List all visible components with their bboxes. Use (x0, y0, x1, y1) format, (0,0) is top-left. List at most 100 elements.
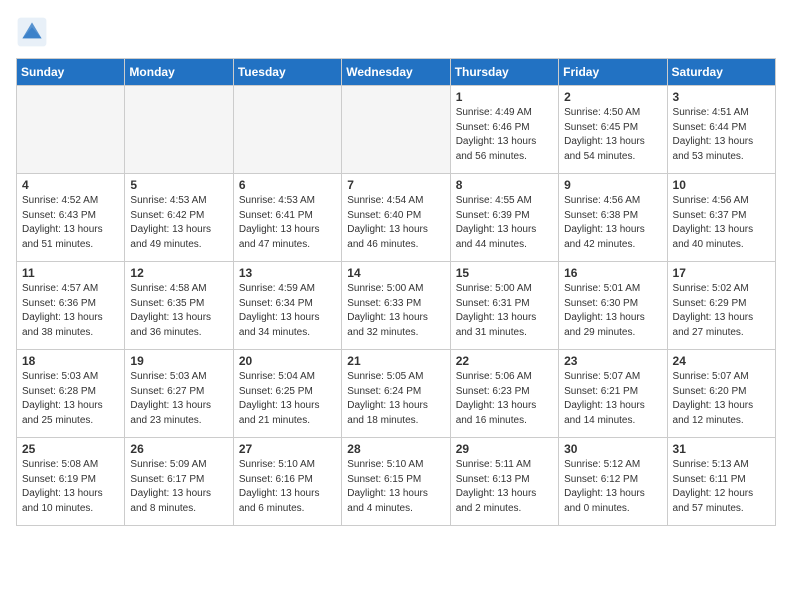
calendar-cell: 27 Sunrise: 5:10 AMSunset: 6:16 PMDayligh… (233, 438, 341, 526)
day-number: 16 (564, 266, 661, 280)
day-number: 15 (456, 266, 553, 280)
day-info: Sunrise: 4:50 AMSunset: 6:45 PMDaylight:… (564, 106, 661, 164)
weekday-header: Thursday (450, 59, 558, 86)
day-info: Sunrise: 5:05 AMSunset: 6:24 PMDaylight:… (347, 370, 444, 428)
calendar-cell: 8 Sunrise: 4:55 AMSunset: 6:39 PMDaylight… (450, 174, 558, 262)
day-number: 28 (347, 442, 444, 456)
calendar-cell: 24Sunrise: 5:07 AMSunset: 6:20 PMDayligh… (667, 350, 775, 438)
day-number: 26 (130, 442, 227, 456)
day-info: Sunrise: 5:07 AMSunset: 6:21 PMDaylight:… (564, 370, 661, 428)
day-number: 20 (239, 354, 336, 368)
day-info: Sunrise: 5:00 AMSunset: 6:31 PMDaylight:… (456, 282, 553, 340)
calendar-cell: 30 Sunrise: 5:12 AMSunset: 6:12 PMDayligh… (559, 438, 667, 526)
day-number: 11 (22, 266, 119, 280)
day-number: 13 (239, 266, 336, 280)
day-number: 1 (456, 90, 553, 104)
weekday-header: Friday (559, 59, 667, 86)
weekday-header-row: SundayMondayTuesdayWednesdayThursdayFrid… (17, 59, 776, 86)
calendar-cell: 16 Sunrise: 5:01 AMSunset: 6:30 PMDayligh… (559, 262, 667, 350)
day-number: 19 (130, 354, 227, 368)
calendar-cell: 22 Sunrise: 5:06 AMSunset: 6:23 PMDayligh… (450, 350, 558, 438)
day-number: 10 (673, 178, 770, 192)
calendar-cell: 7Sunrise: 4:54 AMSunset: 6:40 PMDaylight… (342, 174, 450, 262)
calendar-cell: 11 Sunrise: 4:57 AMSunset: 6:36 PMDayligh… (17, 262, 125, 350)
day-info: Sunrise: 5:03 AMSunset: 6:27 PMDaylight:… (130, 370, 227, 428)
day-info: Sunrise: 4:55 AMSunset: 6:39 PMDaylight:… (456, 194, 553, 252)
day-info: Sunrise: 4:53 AMSunset: 6:42 PMDaylight:… (130, 194, 227, 252)
day-number: 2 (564, 90, 661, 104)
day-number: 5 (130, 178, 227, 192)
calendar-cell: 28 Sunrise: 5:10 AMSunset: 6:15 PMDayligh… (342, 438, 450, 526)
day-info: Sunrise: 4:56 AMSunset: 6:37 PMDaylight:… (673, 194, 770, 252)
day-number: 4 (22, 178, 119, 192)
day-info: Sunrise: 4:57 AMSunset: 6:36 PMDaylight:… (22, 282, 119, 340)
calendar-cell: 17 Sunrise: 5:02 AMSunset: 6:29 PMDayligh… (667, 262, 775, 350)
calendar-cell: 20 Sunrise: 5:04 AMSunset: 6:25 PMDayligh… (233, 350, 341, 438)
calendar-cell: 25Sunrise: 5:08 AMSunset: 6:19 PMDayligh… (17, 438, 125, 526)
calendar-cell (233, 86, 341, 174)
day-number: 8 (456, 178, 553, 192)
day-info: Sunrise: 5:10 AMSunset: 6:16 PMDaylight:… (239, 458, 336, 516)
day-number: 27 (239, 442, 336, 456)
day-info: Sunrise: 5:13 AMSunset: 6:11 PMDaylight:… (673, 458, 770, 516)
day-info: Sunrise: 5:06 AMSunset: 6:23 PMDaylight:… (456, 370, 553, 428)
calendar-week-row: 25Sunrise: 5:08 AMSunset: 6:19 PMDayligh… (17, 438, 776, 526)
weekday-header: Wednesday (342, 59, 450, 86)
day-info: Sunrise: 5:12 AMSunset: 6:12 PMDaylight:… (564, 458, 661, 516)
day-info: Sunrise: 4:59 AMSunset: 6:34 PMDaylight:… (239, 282, 336, 340)
day-info: Sunrise: 5:01 AMSunset: 6:30 PMDaylight:… (564, 282, 661, 340)
day-number: 22 (456, 354, 553, 368)
day-number: 14 (347, 266, 444, 280)
weekday-header: Saturday (667, 59, 775, 86)
calendar-cell: 19 Sunrise: 5:03 AMSunset: 6:27 PMDayligh… (125, 350, 233, 438)
logo-icon (16, 16, 48, 48)
calendar-cell: 1 Sunrise: 4:49 AMSunset: 6:46 PMDaylight… (450, 86, 558, 174)
day-info: Sunrise: 4:56 AMSunset: 6:38 PMDaylight:… (564, 194, 661, 252)
calendar-cell: 6 Sunrise: 4:53 AMSunset: 6:41 PMDaylight… (233, 174, 341, 262)
calendar-cell (125, 86, 233, 174)
day-number: 3 (673, 90, 770, 104)
day-number: 12 (130, 266, 227, 280)
calendar-cell (342, 86, 450, 174)
calendar-cell: 18 Sunrise: 5:03 AMSunset: 6:28 PMDayligh… (17, 350, 125, 438)
day-info: Sunrise: 4:51 AMSunset: 6:44 PMDaylight:… (673, 106, 770, 164)
logo (16, 16, 52, 48)
calendar-cell (17, 86, 125, 174)
day-info: Sunrise: 5:07 AMSunset: 6:20 PMDaylight:… (673, 370, 770, 428)
day-info: Sunrise: 4:58 AMSunset: 6:35 PMDaylight:… (130, 282, 227, 340)
day-number: 23 (564, 354, 661, 368)
day-info: Sunrise: 4:54 AMSunset: 6:40 PMDaylight:… (347, 194, 444, 252)
day-info: Sunrise: 5:08 AMSunset: 6:19 PMDaylight:… (22, 458, 119, 516)
calendar-cell: 14Sunrise: 5:00 AMSunset: 6:33 PMDayligh… (342, 262, 450, 350)
day-info: Sunrise: 5:02 AMSunset: 6:29 PMDaylight:… (673, 282, 770, 340)
calendar-cell: 21 Sunrise: 5:05 AMSunset: 6:24 PMDayligh… (342, 350, 450, 438)
calendar-table: SundayMondayTuesdayWednesdayThursdayFrid… (16, 58, 776, 526)
day-number: 9 (564, 178, 661, 192)
day-number: 21 (347, 354, 444, 368)
day-info: Sunrise: 5:10 AMSunset: 6:15 PMDaylight:… (347, 458, 444, 516)
day-info: Sunrise: 4:49 AMSunset: 6:46 PMDaylight:… (456, 106, 553, 164)
calendar-cell: 5 Sunrise: 4:53 AMSunset: 6:42 PMDaylight… (125, 174, 233, 262)
calendar-week-row: 4 Sunrise: 4:52 AMSunset: 6:43 PMDaylight… (17, 174, 776, 262)
day-number: 17 (673, 266, 770, 280)
page-header (16, 16, 776, 48)
calendar-cell: 4 Sunrise: 4:52 AMSunset: 6:43 PMDaylight… (17, 174, 125, 262)
day-number: 29 (456, 442, 553, 456)
day-number: 31 (673, 442, 770, 456)
day-info: Sunrise: 5:04 AMSunset: 6:25 PMDaylight:… (239, 370, 336, 428)
day-info: Sunrise: 4:52 AMSunset: 6:43 PMDaylight:… (22, 194, 119, 252)
calendar-week-row: 1 Sunrise: 4:49 AMSunset: 6:46 PMDaylight… (17, 86, 776, 174)
day-number: 30 (564, 442, 661, 456)
calendar-cell: 13 Sunrise: 4:59 AMSunset: 6:34 PMDayligh… (233, 262, 341, 350)
day-info: Sunrise: 4:53 AMSunset: 6:41 PMDaylight:… (239, 194, 336, 252)
weekday-header: Tuesday (233, 59, 341, 86)
day-info: Sunrise: 5:03 AMSunset: 6:28 PMDaylight:… (22, 370, 119, 428)
calendar-cell: 23 Sunrise: 5:07 AMSunset: 6:21 PMDayligh… (559, 350, 667, 438)
calendar-cell: 9 Sunrise: 4:56 AMSunset: 6:38 PMDaylight… (559, 174, 667, 262)
day-number: 6 (239, 178, 336, 192)
day-number: 18 (22, 354, 119, 368)
weekday-header: Monday (125, 59, 233, 86)
calendar-cell: 26Sunrise: 5:09 AMSunset: 6:17 PMDayligh… (125, 438, 233, 526)
calendar-cell: 31 Sunrise: 5:13 AMSunset: 6:11 PMDayligh… (667, 438, 775, 526)
calendar-week-row: 11 Sunrise: 4:57 AMSunset: 6:36 PMDayligh… (17, 262, 776, 350)
